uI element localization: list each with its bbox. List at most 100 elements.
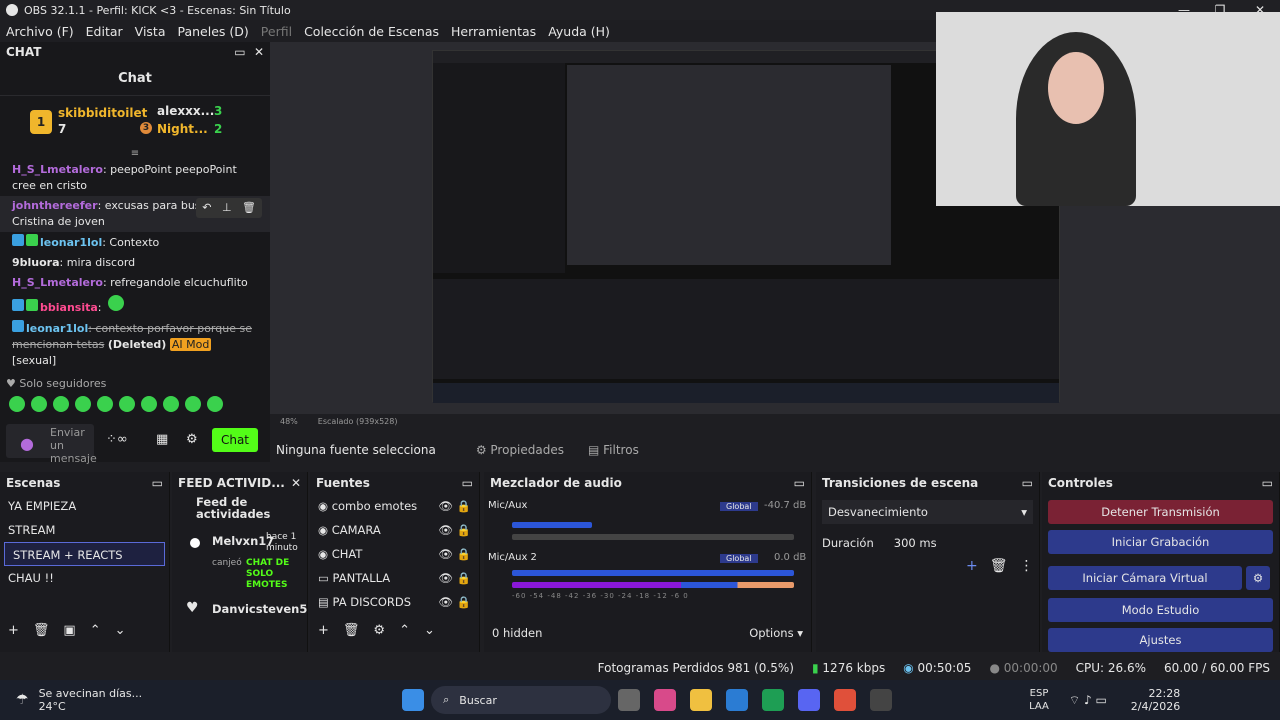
taskbar-search[interactable]: ⌕ Buscar: [431, 686, 612, 714]
source-item[interactable]: ◉ CHAT 👁 🔒: [310, 542, 479, 566]
emote-picker-icon[interactable]: ⁘∞: [106, 432, 128, 447]
filter-icon[interactable]: ▣: [63, 623, 75, 638]
emote-icon[interactable]: [119, 396, 135, 412]
settings-button[interactable]: Ajustes: [1048, 628, 1273, 652]
word-icon[interactable]: [726, 689, 749, 711]
down-icon[interactable]: ⌄: [115, 623, 126, 638]
chat-username[interactable]: H_S_Lmetalero: [12, 276, 103, 289]
emote-icon[interactable]: [53, 396, 69, 412]
menu-edit[interactable]: Editar: [80, 24, 129, 39]
feed-user[interactable]: Danvicsteven5: [212, 602, 307, 616]
windows-start-icon[interactable]: [402, 689, 425, 711]
chat-username[interactable]: bbiansita: [40, 301, 98, 314]
float-icon[interactable]: ▭: [234, 45, 245, 59]
language-indicator[interactable]: ESP LAA: [1029, 687, 1049, 713]
float-icon[interactable]: ▭: [152, 476, 163, 490]
emote-icon[interactable]: [185, 396, 201, 412]
up-icon[interactable]: ⌃: [399, 623, 410, 638]
pin-icon[interactable]: ⊥: [222, 201, 232, 214]
scale-mode[interactable]: Escalado (939x528): [318, 417, 398, 426]
source-item[interactable]: ◉ CAMARA 👁 🔒: [310, 518, 479, 542]
excel-icon[interactable]: [762, 689, 785, 711]
obs-icon[interactable]: [870, 689, 893, 711]
options-button[interactable]: Options ▾: [749, 626, 803, 640]
add-icon[interactable]: +: [966, 558, 978, 574]
menu-profile[interactable]: Perfil: [255, 24, 298, 39]
menu-file[interactable]: Archivo (F): [0, 24, 80, 39]
source-item[interactable]: ▤ PA DISCORDS 👁 🔒: [310, 590, 479, 614]
float-icon[interactable]: ▭: [462, 476, 473, 490]
settings-icon[interactable]: ⚙: [373, 623, 385, 638]
lock-icon[interactable]: 🔒: [457, 566, 471, 590]
lock-icon[interactable]: 🔒: [457, 494, 471, 518]
add-icon[interactable]: +: [318, 623, 329, 638]
chat-send-button[interactable]: Chat: [212, 428, 258, 452]
visibility-icon[interactable]: 👁: [438, 590, 453, 614]
menu-view[interactable]: Vista: [129, 24, 172, 39]
down-icon[interactable]: ⌄: [424, 623, 435, 638]
reply-icon[interactable]: ↶: [202, 201, 211, 214]
mic-icon[interactable]: ●: [20, 434, 34, 453]
emote-icon[interactable]: [207, 396, 223, 412]
emote-icon[interactable]: [163, 396, 179, 412]
virtual-camera-button[interactable]: Iniciar Cámara Virtual: [1048, 566, 1242, 590]
chrome-icon[interactable]: [834, 689, 857, 711]
scene-item[interactable]: CHAU !!: [0, 566, 169, 590]
chat-username[interactable]: H_S_Lmetalero: [12, 163, 103, 176]
discord-icon[interactable]: [798, 689, 821, 711]
menu-scene-collection[interactable]: Colección de Escenas: [298, 24, 445, 39]
delete-icon[interactable]: 🗑: [990, 558, 1008, 574]
visibility-icon[interactable]: 👁: [438, 542, 453, 566]
visibility-icon[interactable]: 👁: [438, 518, 453, 542]
chat-username[interactable]: johnthereefer: [12, 199, 98, 212]
delete-icon[interactable]: 🗑: [242, 201, 256, 214]
duration-input[interactable]: 300 ms: [894, 536, 937, 550]
source-item[interactable]: ▭ PANTALLA 👁 🔒: [310, 566, 479, 590]
source-item[interactable]: ◉ combo emotes 👁 🔒: [310, 494, 479, 518]
float-icon[interactable]: ▭: [1262, 476, 1273, 490]
studio-mode-button[interactable]: Modo Estudio: [1048, 598, 1273, 622]
scene-item[interactable]: STREAM + REACTS: [4, 542, 165, 566]
add-icon[interactable]: +: [8, 623, 19, 638]
gear-icon[interactable]: ⚙: [1246, 566, 1270, 590]
feed-user[interactable]: Melvxn17: [212, 534, 274, 548]
zoom-level[interactable]: 48%: [280, 417, 298, 426]
file-explorer-icon[interactable]: [690, 689, 713, 711]
emote-icon[interactable]: [75, 396, 91, 412]
start-recording-button[interactable]: Iniciar Grabación: [1048, 530, 1273, 554]
copilot-icon[interactable]: [654, 689, 677, 711]
visibility-icon[interactable]: 👁: [438, 494, 453, 518]
delete-icon[interactable]: 🗑: [343, 623, 360, 638]
float-icon[interactable]: ▭: [794, 476, 805, 490]
emote-icon[interactable]: [31, 396, 47, 412]
visibility-icon[interactable]: 👁: [438, 566, 453, 590]
chat-username[interactable]: leonar1lol: [26, 322, 88, 335]
volume-slider[interactable]: [512, 522, 592, 528]
properties-button[interactable]: ⚙ Propiedades: [476, 443, 564, 457]
drag-handle-icon[interactable]: ≡: [0, 148, 270, 160]
volume-slider[interactable]: [512, 570, 794, 576]
lock-icon[interactable]: 🔒: [457, 542, 471, 566]
menu-help[interactable]: Ayuda (H): [542, 24, 616, 39]
settings-icon[interactable]: ⚙: [186, 432, 198, 447]
up-icon[interactable]: ⌃: [90, 623, 101, 638]
emote-icon[interactable]: [141, 396, 157, 412]
transition-select[interactable]: Desvanecimiento ▾: [822, 500, 1033, 524]
chat-username[interactable]: leonar1lol: [40, 236, 102, 249]
store-icon[interactable]: ▦: [156, 432, 168, 447]
filters-button[interactable]: ▤ Filtros: [588, 443, 639, 457]
task-view-icon[interactable]: [618, 689, 641, 711]
scene-item[interactable]: STREAM: [0, 518, 169, 542]
close-dock-icon[interactable]: ✕: [291, 476, 301, 490]
scene-item[interactable]: YA EMPIEZA: [0, 494, 169, 518]
float-icon[interactable]: ▭: [1022, 476, 1033, 490]
weather-icon[interactable]: ☂: [16, 692, 29, 708]
stop-stream-button[interactable]: Detener Transmisión: [1048, 500, 1273, 524]
system-tray-icons[interactable]: ⌔ ♪ ▭: [1069, 693, 1107, 708]
hidden-count[interactable]: 0 hidden: [492, 626, 542, 640]
clock[interactable]: 22:28 2/4/2026: [1131, 687, 1180, 713]
emote-icon[interactable]: [97, 396, 113, 412]
delete-icon[interactable]: 🗑: [33, 623, 50, 638]
close-dock-icon[interactable]: ✕: [254, 45, 264, 59]
menu-docks[interactable]: Paneles (D): [172, 24, 255, 39]
